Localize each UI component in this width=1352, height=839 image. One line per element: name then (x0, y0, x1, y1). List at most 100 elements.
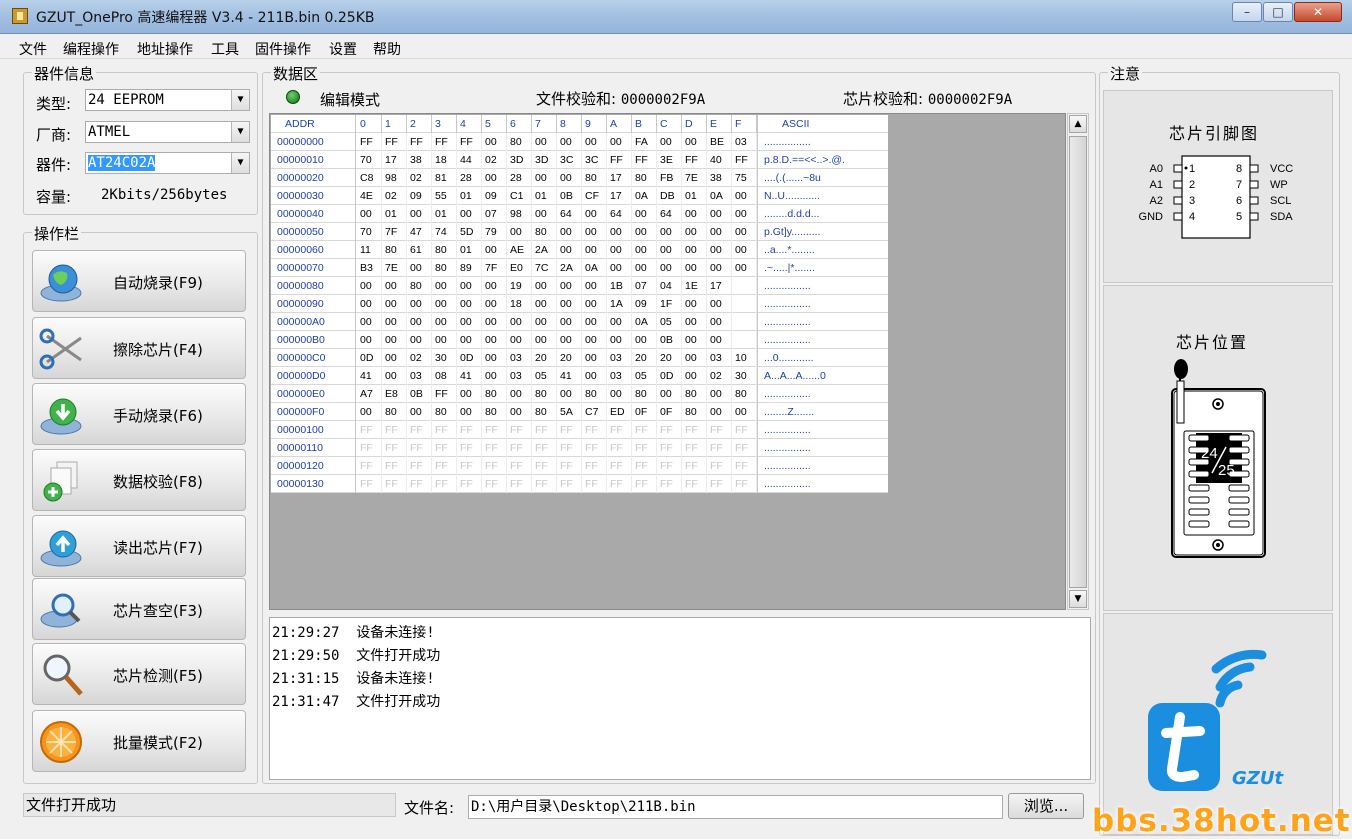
hex-byte-cell[interactable]: 0B (657, 331, 682, 349)
hex-byte-cell[interactable]: 00 (732, 187, 757, 205)
hex-editor[interactable]: ADDR 0 1 2 3 4 5 6 7 8 9 A B C D E F ASCII 00000000 FF FF FF F… (269, 113, 1066, 610)
type-combo[interactable]: 24 EEPROM ▼ (85, 89, 250, 111)
hex-byte-cell[interactable]: 55 (432, 187, 457, 205)
hex-byte-cell[interactable]: 00 (732, 223, 757, 241)
hex-byte-cell[interactable] (732, 313, 757, 331)
hex-byte-cell[interactable]: 41 (457, 367, 482, 385)
hex-byte-cell[interactable]: 00 (707, 295, 732, 313)
hex-byte-cell[interactable]: FF (632, 475, 657, 493)
hex-byte-cell[interactable]: B3 (357, 259, 382, 277)
hex-row-ascii[interactable]: ..a....*........ (757, 241, 888, 259)
hex-byte-cell[interactable]: 3E (657, 151, 682, 169)
hex-byte-cell[interactable]: 7E (682, 169, 707, 187)
hex-byte-cell[interactable]: 00 (607, 313, 632, 331)
hex-row[interactable]: 00000060 11 80 61 80 01 00 AE 2A 00 00 00 00 00 00 00 00… (271, 241, 888, 259)
hex-byte-cell[interactable]: 30 (432, 349, 457, 367)
hex-byte-cell[interactable]: FA (632, 133, 657, 151)
hex-byte-cell[interactable]: 01 (382, 205, 407, 223)
hex-byte-cell[interactable]: 44 (457, 151, 482, 169)
hex-byte-cell[interactable]: 09 (482, 187, 507, 205)
hex-byte-cell[interactable]: 00 (357, 313, 382, 331)
hex-row-ascii[interactable]: ...0............ (757, 349, 888, 367)
hex-byte-cell[interactable]: 00 (457, 277, 482, 295)
hex-byte-cell[interactable]: 08 (432, 367, 457, 385)
menu-program[interactable]: 编程操作 (63, 39, 119, 59)
menu-address[interactable]: 地址操作 (137, 39, 193, 59)
hex-row[interactable]: 00000080 00 00 80 00 00 00 19 00 00 00 1B 07 04 1E 17..… (271, 277, 888, 295)
hex-byte-cell[interactable]: 00 (557, 169, 582, 187)
hex-byte-cell[interactable]: 64 (607, 205, 632, 223)
hex-byte-cell[interactable]: 00 (607, 133, 632, 151)
hex-byte-cell[interactable]: 7E (382, 259, 407, 277)
hex-byte-cell[interactable]: FF (707, 457, 732, 475)
hex-byte-cell[interactable]: 00 (632, 331, 657, 349)
hex-byte-cell[interactable]: 00 (707, 403, 732, 421)
hex-byte-cell[interactable]: 00 (582, 295, 607, 313)
hex-byte-cell[interactable]: 00 (357, 403, 382, 421)
hex-byte-cell[interactable]: 0A (707, 187, 732, 205)
hex-byte-cell[interactable]: 98 (507, 205, 532, 223)
hex-byte-cell[interactable]: 00 (482, 349, 507, 367)
hex-byte-cell[interactable]: FF (507, 457, 532, 475)
auto-program-button[interactable]: 自动烧录(F9) (32, 250, 246, 312)
hex-byte-cell[interactable]: 4E (357, 187, 382, 205)
hex-byte-cell[interactable]: 19 (507, 277, 532, 295)
hex-byte-cell[interactable]: DB (657, 187, 682, 205)
hex-byte-cell[interactable]: 00 (532, 205, 557, 223)
hex-byte-cell[interactable]: 00 (682, 295, 707, 313)
hex-byte-cell[interactable]: FF (732, 457, 757, 475)
hex-byte-cell[interactable]: 00 (407, 313, 432, 331)
hex-byte-cell[interactable]: FF (382, 439, 407, 457)
hex-byte-cell[interactable]: 00 (557, 241, 582, 259)
hex-byte-cell[interactable]: 89 (457, 259, 482, 277)
hex-byte-cell[interactable]: 40 (707, 151, 732, 169)
hex-byte-cell[interactable]: 47 (407, 223, 432, 241)
hex-byte-cell[interactable]: 00 (382, 313, 407, 331)
hex-byte-cell[interactable]: FF (582, 439, 607, 457)
hex-byte-cell[interactable]: 11 (357, 241, 382, 259)
hex-byte-cell[interactable]: 02 (407, 169, 432, 187)
hex-byte-cell[interactable]: 80 (582, 169, 607, 187)
hex-byte-cell[interactable]: 05 (532, 367, 557, 385)
hex-byte-cell[interactable]: 00 (482, 277, 507, 295)
hex-byte-cell[interactable]: FF (557, 439, 582, 457)
hex-byte-cell[interactable]: 00 (432, 331, 457, 349)
hex-byte-cell[interactable]: A7 (357, 385, 382, 403)
hex-row[interactable]: 000000D0 41 00 03 08 41 00 03 05 41 00 03 05 0D 00 02 30… (271, 367, 888, 385)
hex-byte-cell[interactable]: 00 (707, 241, 732, 259)
hex-byte-cell[interactable]: FF (607, 475, 632, 493)
hex-byte-cell[interactable]: 80 (532, 385, 557, 403)
hex-byte-cell[interactable]: 00 (557, 313, 582, 331)
hex-byte-cell[interactable]: 28 (507, 169, 532, 187)
hex-byte-cell[interactable]: FF (657, 457, 682, 475)
hex-byte-cell[interactable]: E8 (382, 385, 407, 403)
hex-byte-cell[interactable]: 02 (407, 349, 432, 367)
hex-byte-cell[interactable]: FF (582, 457, 607, 475)
hex-byte-cell[interactable]: C7 (582, 403, 607, 421)
chevron-down-icon[interactable]: ▼ (231, 90, 249, 110)
hex-byte-cell[interactable]: 00 (582, 277, 607, 295)
hex-byte-cell[interactable]: FF (457, 457, 482, 475)
hex-byte-cell[interactable]: 00 (482, 295, 507, 313)
hex-byte-cell[interactable]: 00 (607, 223, 632, 241)
close-button[interactable]: ✕ (1294, 2, 1342, 22)
scroll-down-icon[interactable]: ▼ (1069, 590, 1087, 608)
hex-grid[interactable]: ADDR 0 1 2 3 4 5 6 7 8 9 A B C D E F ASCII 00000000 FF FF FF F… (271, 115, 888, 493)
hex-byte-cell[interactable]: 00 (657, 385, 682, 403)
hex-byte-cell[interactable]: 00 (432, 277, 457, 295)
hex-byte-cell[interactable]: 80 (507, 133, 532, 151)
hex-byte-cell[interactable]: 2A (557, 259, 582, 277)
hex-byte-cell[interactable]: FF (557, 475, 582, 493)
hex-byte-cell[interactable]: FF (532, 421, 557, 439)
hex-byte-cell[interactable]: 00 (707, 313, 732, 331)
hex-byte-cell[interactable] (732, 331, 757, 349)
hex-byte-cell[interactable]: 00 (707, 385, 732, 403)
hex-byte-cell[interactable]: 00 (632, 205, 657, 223)
hex-row[interactable]: 00000130 FF FF FF FF FF FF FF FF FF FF FF FF FF FF FF FF… (271, 475, 888, 493)
hex-byte-cell[interactable]: 18 (432, 151, 457, 169)
hex-byte-cell[interactable]: 00 (507, 403, 532, 421)
hex-byte-cell[interactable]: 70 (357, 223, 382, 241)
hex-row-ascii[interactable]: N..U............ (757, 187, 888, 205)
hex-byte-cell[interactable]: 00 (707, 331, 732, 349)
hex-byte-cell[interactable]: 00 (607, 331, 632, 349)
